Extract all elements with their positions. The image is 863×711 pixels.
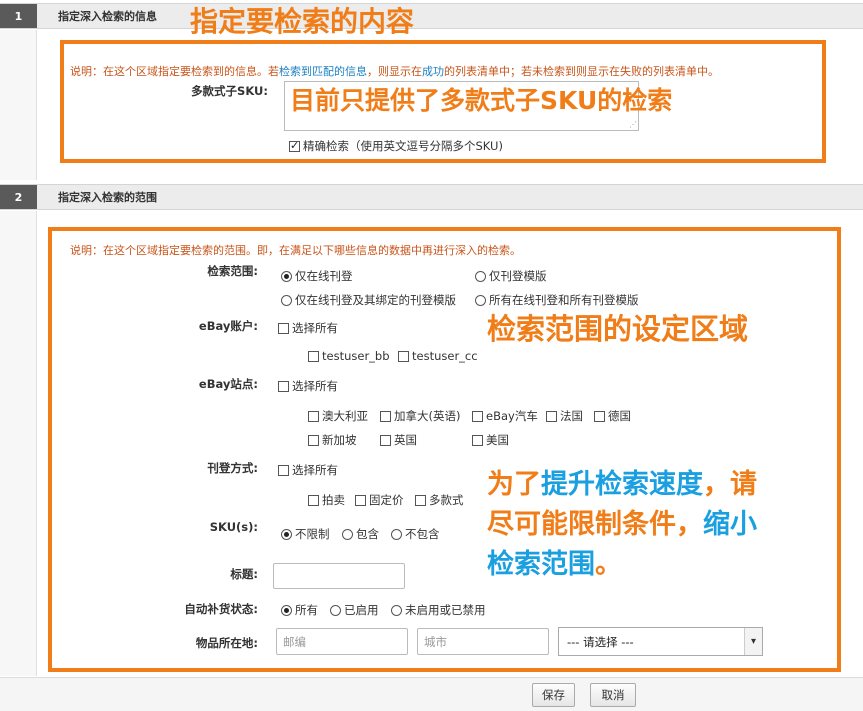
listing-type-option[interactable]: 拍卖 <box>308 492 345 508</box>
ebay-site-option[interactable]: 加拿大(英语) <box>380 408 460 424</box>
title-label: 标题: <box>230 567 258 581</box>
listing-type-option[interactable]: 多款式 <box>415 492 464 508</box>
ebay-site-select-all-checkbox[interactable] <box>278 380 289 392</box>
listing-type-option[interactable]: 固定价 <box>355 492 404 508</box>
restock-radio[interactable] <box>330 604 341 616</box>
ebay-site-checkbox[interactable] <box>472 410 483 422</box>
exact-search-checkbox[interactable] <box>289 139 300 152</box>
section-2-header: 2 指定深入检索的范围 <box>0 184 863 210</box>
ebay-account-checkbox[interactable] <box>308 350 319 362</box>
ebay-site-checkbox[interactable] <box>308 410 319 422</box>
footer-bar <box>0 677 863 711</box>
restock-label: 自动补货状态: <box>184 602 258 616</box>
zip-input[interactable]: 邮编 <box>276 628 408 655</box>
section-2-title: 指定深入检索的范围 <box>58 191 157 204</box>
section-2-note: 说明：在这个区域指定要检索的范围。即，在满足以下哪些信息的数据中再进行深入的检索… <box>70 244 521 257</box>
listing-type-checkbox[interactable] <box>415 494 426 506</box>
listing-type-checkbox[interactable] <box>355 494 366 506</box>
sku-filter-radio[interactable] <box>342 528 353 540</box>
ebay-site-select-all[interactable]: 选择所有 <box>278 378 338 394</box>
resize-grip-icon[interactable]: ⋰ <box>629 121 637 129</box>
cancel-button[interactable]: 取消 <box>590 683 636 707</box>
scope-radio-all[interactable] <box>475 294 486 306</box>
scope-radio-templates[interactable] <box>475 270 486 282</box>
sku-annotation: 目前只提供了多款式子SKU的检索 <box>290 86 673 115</box>
section-1-note: 说明：在这个区域指定要检索到的信息。若检索到匹配的信息，则显示在成功的列表清单中… <box>70 65 719 78</box>
ebay-account-label: eBay账户: <box>198 319 258 333</box>
section-1-number: 1 <box>0 4 37 28</box>
ebay-account-checkbox[interactable] <box>398 350 409 362</box>
sku-filter-option[interactable]: 不限制 <box>281 526 330 542</box>
listing-type-select-all[interactable]: 选择所有 <box>278 462 338 478</box>
scope-option-online[interactable]: 仅在线刊登 <box>281 268 353 284</box>
country-select-value: --- 请选择 --- <box>567 634 634 649</box>
listing-type-select-all-checkbox[interactable] <box>278 464 289 476</box>
ebay-site-option[interactable]: 新加坡 <box>308 432 357 448</box>
title-input[interactable] <box>273 563 405 589</box>
section-1-gutter <box>0 30 37 180</box>
ebay-site-option[interactable]: 英国 <box>380 432 417 448</box>
scope-label: 检索范围: <box>207 264 258 278</box>
ebay-account-option[interactable]: testuser_cc <box>398 349 478 363</box>
ebay-site-option[interactable]: 美国 <box>472 432 509 448</box>
section-2-number: 2 <box>0 185 37 209</box>
sku-filter-label: SKU(s): <box>209 520 258 534</box>
sku-filter-option[interactable]: 不包含 <box>391 526 440 542</box>
scope-radio-online[interactable] <box>281 270 292 282</box>
sku-filter-option[interactable]: 包含 <box>342 526 379 542</box>
ebay-site-checkbox[interactable] <box>308 434 319 446</box>
ebay-site-checkbox[interactable] <box>472 434 483 446</box>
chevron-down-icon[interactable]: ▾ <box>744 628 762 655</box>
restock-radio[interactable] <box>391 604 402 616</box>
restock-radio[interactable] <box>281 604 292 616</box>
sku-filter-radio[interactable] <box>391 528 402 540</box>
scope-radio-online-bound[interactable] <box>281 294 292 306</box>
ebay-site-checkbox[interactable] <box>546 410 557 422</box>
speed-annotation: 为了提升检索速度，请 尽可能限制条件，缩小 检索范围。 <box>487 469 757 580</box>
exact-search-option[interactable]: 精确检索（使用英文逗号分隔多个SKU) <box>289 138 503 154</box>
location-label: 物品所在地: <box>195 636 258 650</box>
listing-type-label: 刊登方式: <box>207 461 258 475</box>
ebay-site-checkbox[interactable] <box>594 410 605 422</box>
sku-filter-radio[interactable] <box>281 528 292 540</box>
city-input[interactable]: 城市 <box>417 628 549 655</box>
range-annotation: 检索范围的设定区域 <box>487 312 749 346</box>
ebay-site-option[interactable]: 德国 <box>594 408 631 424</box>
ebay-account-select-all-checkbox[interactable] <box>278 322 289 334</box>
section-1-annotation: 指定要检索的内容 <box>190 5 415 38</box>
ebay-site-option[interactable]: 澳大利亚 <box>308 408 368 424</box>
ebay-account-option[interactable]: testuser_bb <box>308 349 390 363</box>
listing-type-checkbox[interactable] <box>308 494 319 506</box>
ebay-site-label: eBay站点: <box>198 377 258 391</box>
scope-option-templates[interactable]: 仅刊登模版 <box>475 268 547 284</box>
restock-option[interactable]: 未启用或已禁用 <box>391 602 486 618</box>
scope-option-all[interactable]: 所有在线刊登和所有刊登模版 <box>475 292 639 308</box>
save-button[interactable]: 保存 <box>532 683 575 707</box>
ebay-site-checkbox[interactable] <box>380 410 391 422</box>
ebay-site-option[interactable]: 法国 <box>546 408 583 424</box>
restock-option[interactable]: 所有 <box>281 602 318 618</box>
sku-label: 多款式子SKU: <box>191 84 268 98</box>
section-1-title: 指定深入检索的信息 <box>58 10 157 23</box>
section-1-header: 1 指定深入检索的信息 <box>0 3 863 29</box>
restock-option[interactable]: 已启用 <box>330 602 379 618</box>
scope-option-online-bound[interactable]: 仅在线刊登及其绑定的刊登模版 <box>281 292 456 308</box>
ebay-site-option[interactable]: eBay汽车 <box>472 408 538 424</box>
country-select[interactable]: --- 请选择 --- ▾ <box>558 627 763 656</box>
section-2-gutter <box>0 211 37 676</box>
ebay-account-select-all[interactable]: 选择所有 <box>278 320 338 336</box>
ebay-site-checkbox[interactable] <box>380 434 391 446</box>
